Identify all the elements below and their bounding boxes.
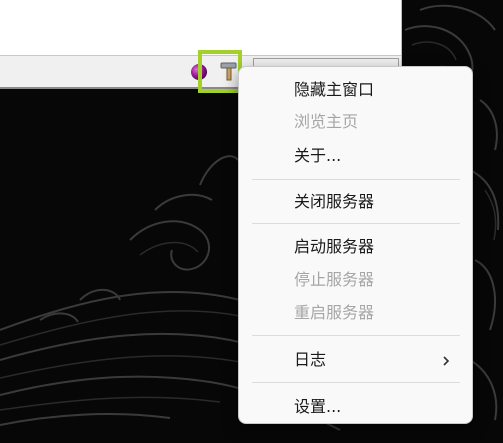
menu-item-restart-server[interactable]: 重启服务器 (243, 295, 468, 327)
menu-item-label: 启动服务器 (294, 237, 375, 256)
menu-item-about[interactable]: 关于... (243, 138, 468, 170)
menu-item-label: 停止服务器 (294, 270, 375, 289)
menu-item-label: 关闭服务器 (294, 192, 375, 211)
menu-item-log[interactable]: 日志 (243, 342, 468, 374)
menu-item-label: 日志 (294, 350, 327, 369)
chevron-right-icon (440, 352, 452, 366)
menu-separator (252, 179, 460, 180)
menu-item-settings[interactable]: 设置... (243, 389, 468, 421)
menu-item-label: 浏览主页 (294, 112, 359, 131)
menu-item-stop-server[interactable]: 停止服务器 (243, 262, 468, 294)
menu-item-close-server[interactable]: 关闭服务器 (243, 184, 468, 216)
menu-separator (252, 382, 460, 383)
menu-item-label: 隐藏主窗口 (294, 80, 375, 99)
menu-item-browse-homepage[interactable]: 浏览主页 (243, 104, 468, 136)
menu-separator (252, 335, 460, 336)
menu-item-label: 设置... (294, 397, 342, 416)
menu-item-label: 关于... (294, 146, 342, 165)
menu-separator (252, 223, 460, 224)
menu-item-label: 重启服务器 (294, 303, 375, 322)
menu-item-start-server[interactable]: 启动服务器 (243, 229, 468, 261)
tray-context-menu: 隐藏主窗口 浏览主页 关于... 关闭服务器 启动服务器 停止服务器 重启服务器… (238, 66, 473, 424)
highlight-box (198, 50, 242, 93)
menu-item-hide-main-window[interactable]: 隐藏主窗口 (243, 72, 468, 104)
